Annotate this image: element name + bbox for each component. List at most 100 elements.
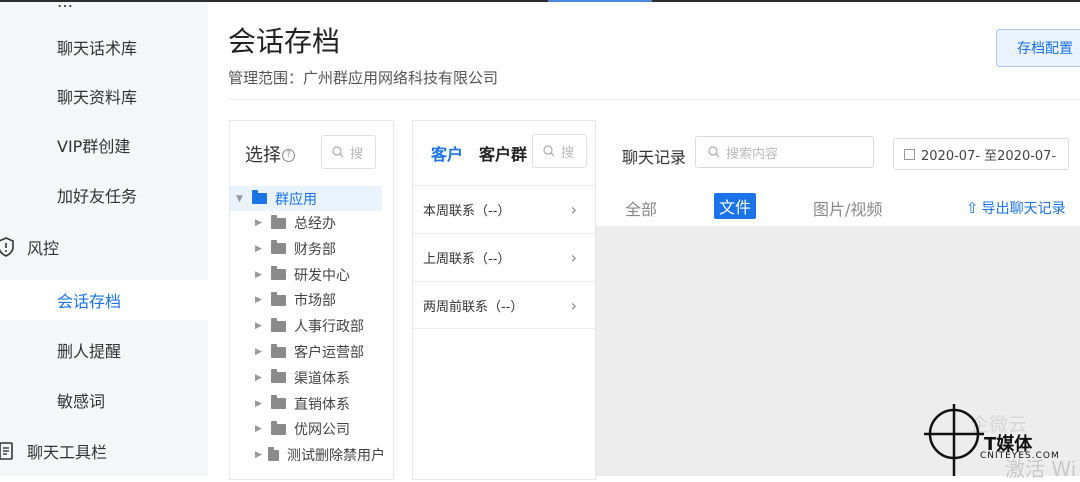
tree-node[interactable]: ▶ 市场部 [255, 288, 385, 312]
contact-row-last-week[interactable]: 上周联系（--） › [413, 233, 595, 281]
caret-right-icon[interactable]: ▶ [255, 347, 265, 357]
shield-icon [0, 237, 14, 257]
record-search-input[interactable]: 搜索内容 [695, 136, 874, 168]
contact-row-two-weeks[interactable]: 两周前联系（--） › [413, 281, 595, 329]
tree-node-label: 测试删除禁用户 [287, 448, 385, 465]
caret-right-icon[interactable]: ▶ [255, 373, 265, 383]
tree-node-label: 客户运营部 [294, 345, 364, 361]
sidebar-group-risk[interactable]: 风控 [0, 227, 208, 267]
tree-root-label: 群应用 [275, 191, 317, 208]
tree-node[interactable]: ▶ 渠道体系 [255, 366, 385, 390]
archive-config-button[interactable]: 存档配置 [996, 29, 1080, 67]
caret-right-icon[interactable]: ▶ [255, 424, 265, 434]
tree-node[interactable]: ▶ 优网公司 [255, 417, 385, 441]
date-range-value: 2020-07- 至2020-07- [921, 148, 1057, 164]
tree-node-label: 总经办 [294, 216, 336, 232]
tree-node-label: 优网公司 [294, 422, 350, 439]
tree-search-placeholder: 搜 [350, 146, 364, 162]
folder-icon [268, 446, 279, 461]
contact-row-label: 本周联系（--） [423, 204, 511, 219]
tree-node[interactable]: ▶ 直销体系 [255, 392, 385, 416]
sidebar-group-label: 风控 [27, 239, 60, 258]
chat-record-title: 聊天记录 [622, 148, 687, 167]
header-divider [228, 99, 1080, 100]
tree-title: 选择? [245, 141, 295, 167]
folder-icon [252, 190, 267, 204]
search-icon [708, 146, 720, 158]
record-search-placeholder: 搜索内容 [726, 146, 779, 162]
help-icon[interactable]: ? [282, 149, 295, 162]
date-range-picker[interactable]: 2020-07- 至2020-07- [893, 138, 1069, 170]
caret-right-icon[interactable]: ▶ [255, 244, 265, 254]
folder-icon [271, 420, 286, 435]
sidebar-item-label: 加好友任务 [57, 187, 138, 206]
sidebar-item-chat-materials[interactable]: 聊天资料库 [0, 76, 208, 116]
tree-node-label: 人事行政部 [294, 319, 364, 336]
caret-right-icon[interactable]: ▶ [255, 399, 265, 409]
folder-icon [271, 291, 286, 306]
sidebar-item-label: 删人提醒 [57, 342, 122, 361]
page-title: 会话存档 [228, 25, 341, 58]
tree-node-label: 研发中心 [294, 267, 350, 284]
sidebar-item-delete-alert[interactable]: 删人提醒 [0, 330, 208, 370]
contact-row-label: 上周联系（--） [423, 252, 511, 267]
tree-node[interactable]: ▶ 总经办 [255, 211, 385, 235]
sidebar-item-vip-group[interactable]: VIP群创建 [0, 125, 208, 165]
contact-row-label: 两周前联系（--） [423, 299, 524, 315]
active-tab-indicator [548, 0, 652, 2]
sidebar-item-session-archive[interactable]: 会话存档 [0, 280, 208, 320]
chevron-right-icon: › [570, 248, 577, 267]
contact-row-this-week[interactable]: 本周联系（--） › [413, 185, 595, 233]
sidebar-group-label: 聊天工具栏 [27, 443, 108, 462]
tab-all[interactable]: 全部 [625, 196, 657, 220]
sidebar-item-cut[interactable]: … [57, 0, 73, 11]
tree-node[interactable]: ▶ 人事行政部 [255, 314, 385, 338]
sidebar-item-sensitive-words[interactable]: 敏感词 [0, 380, 208, 420]
tree-search-input[interactable]: 搜 [321, 135, 376, 169]
sidebar-group-chat-toolbar[interactable]: 聊天工具栏 [0, 431, 208, 471]
sidebar-item-add-friend[interactable]: 加好友任务 [0, 175, 208, 215]
activate-windows-watermark: 激活 Wi [1005, 457, 1077, 481]
upload-icon: ⇧ [966, 199, 979, 217]
tree-title-text: 选择 [245, 145, 281, 166]
tab-customer[interactable]: 客户 [431, 141, 463, 165]
tree-node[interactable]: ▶ 客户运营部 [255, 340, 385, 364]
contact-search-input[interactable]: 搜 [532, 134, 587, 168]
caret-right-icon[interactable]: ▶ [255, 270, 265, 280]
export-chat-button[interactable]: ⇧ 导出聊天记录 [966, 198, 1066, 218]
document-icon [0, 442, 13, 460]
management-scope: 管理范围：广州群应用网络科技有限公司 [228, 69, 499, 87]
sidebar-item-label: 聊天话术库 [57, 39, 138, 58]
chevron-right-icon: › [570, 295, 577, 315]
folder-icon [271, 266, 286, 281]
search-icon [332, 146, 344, 158]
tab-customer-group[interactable]: 客户群 [479, 141, 527, 165]
tree-node-label: 渠道体系 [294, 370, 350, 387]
caret-down-icon[interactable]: ▼ [236, 194, 246, 204]
tab-files[interactable]: 文件 [714, 193, 757, 219]
folder-icon [271, 395, 286, 410]
tree-node-label: 财务部 [294, 241, 336, 258]
tree-node[interactable]: ▶ 研发中心 [255, 263, 385, 287]
tab-images-videos[interactable]: 图片/视频 [813, 196, 882, 220]
tree-root-node[interactable]: ▼ 群应用 [230, 186, 382, 211]
folder-icon [271, 317, 286, 332]
sidebar-item-chat-script[interactable]: 聊天话术库 [0, 27, 208, 67]
folder-icon [271, 343, 286, 358]
tree-node[interactable]: ▶ 财务部 [255, 237, 385, 261]
search-icon [543, 145, 555, 157]
folder-icon [271, 240, 286, 255]
sidebar-item-label: 聊天资料库 [57, 88, 138, 107]
sidebar-item-label: 会话存档 [57, 292, 122, 311]
sidebar-item-label: VIP群创建 [57, 137, 131, 156]
tree-node[interactable]: ▶ 测试删除禁用户 [255, 443, 385, 467]
caret-right-icon[interactable]: ▶ [255, 321, 265, 331]
sidebar: … 聊天话术库 聊天资料库 VIP群创建 加好友任务 风控 会话存档 删人提醒 … [0, 0, 208, 476]
folder-icon [271, 214, 286, 229]
tree-node-label: 直销体系 [294, 396, 350, 413]
calendar-icon [904, 148, 915, 160]
export-label: 导出聊天记录 [981, 201, 1066, 217]
caret-right-icon[interactable]: ▶ [255, 295, 265, 305]
caret-right-icon[interactable]: ▶ [255, 450, 262, 460]
caret-right-icon[interactable]: ▶ [255, 218, 265, 228]
